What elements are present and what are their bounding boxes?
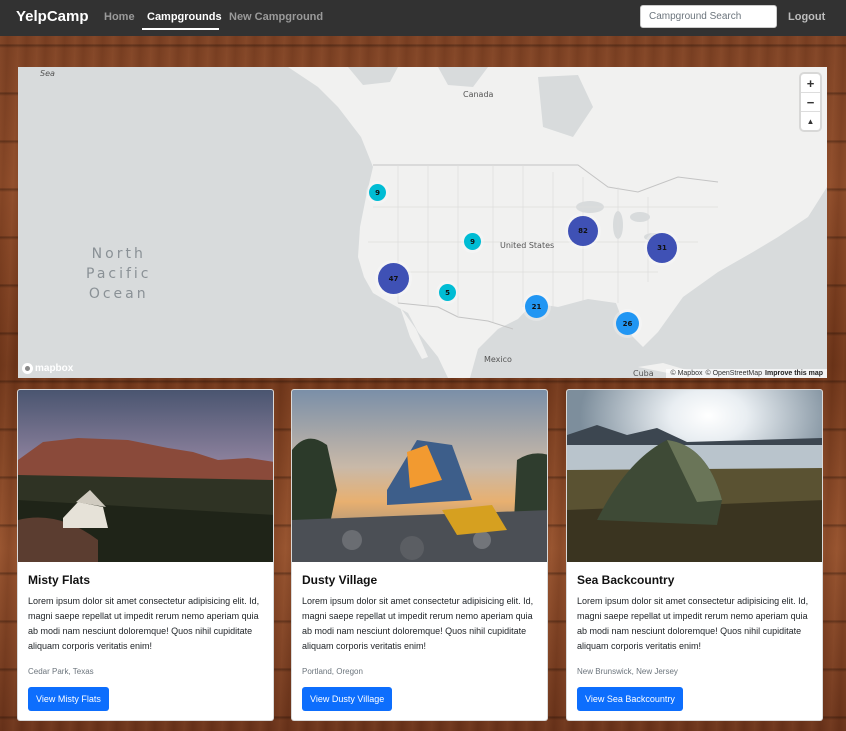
campground-title: Misty Flats	[28, 573, 91, 587]
campground-title: Sea Backcountry	[577, 573, 675, 587]
map-label-canada: Canada	[463, 90, 494, 99]
map-cluster-marker[interactable]: 5	[439, 284, 456, 301]
map-label-cuba: Cuba	[633, 369, 654, 378]
map-label-pacific-ocean: North Pacific Ocean	[86, 246, 152, 302]
campground-search-input[interactable]	[640, 5, 777, 28]
attribution-osm-link[interactable]: © OpenStreetMap	[706, 370, 763, 377]
campground-card: Misty Flats Lorem ipsum dolor sit amet c…	[17, 389, 274, 721]
navbar: YelpCamp Home Campgrounds New Campground…	[0, 0, 846, 36]
campground-image	[18, 390, 273, 562]
campground-image	[292, 390, 547, 562]
campground-location: Cedar Park, Texas	[28, 667, 94, 676]
campground-location: Portland, Oregon	[302, 667, 363, 676]
campground-card: Sea Backcountry Lorem ipsum dolor sit am…	[566, 389, 823, 721]
map-cluster-marker[interactable]: 82	[568, 216, 598, 246]
map-cluster-marker[interactable]: 21	[525, 295, 548, 318]
map-cluster-marker[interactable]: 9	[369, 184, 386, 201]
nav-campgrounds-link[interactable]: Campgrounds	[147, 11, 222, 23]
map-label-united-states: United States	[500, 241, 555, 250]
mapbox-logo[interactable]: mapbox	[22, 363, 73, 374]
map-cluster-marker[interactable]: 9	[464, 233, 481, 250]
campground-description: Lorem ipsum dolor sit amet consectetur a…	[302, 596, 534, 651]
active-nav-indicator	[142, 28, 219, 30]
attribution-mapbox-link[interactable]: © Mapbox	[670, 370, 702, 377]
brand-logo[interactable]: YelpCamp	[16, 8, 89, 25]
improve-map-link[interactable]: Improve this map	[765, 370, 823, 377]
map-cluster-marker[interactable]: 31	[647, 233, 677, 263]
campground-description: Lorem ipsum dolor sit amet consectetur a…	[28, 596, 260, 651]
campground-description: Lorem ipsum dolor sit amet consectetur a…	[577, 596, 809, 651]
view-campground-button[interactable]: View Misty Flats	[28, 687, 109, 711]
map-label-sea: Sea	[40, 69, 55, 78]
campground-cluster-map[interactable]: Sea Canada United States Mexico Cuba Nor…	[18, 67, 827, 378]
logout-link[interactable]: Logout	[788, 11, 825, 23]
zoom-in-button[interactable]: +	[801, 74, 820, 93]
compass-icon[interactable]: ▲	[801, 112, 820, 130]
campground-image	[567, 390, 822, 562]
campground-title: Dusty Village	[302, 573, 378, 587]
map-navigation-control: + − ▲	[801, 74, 820, 130]
map-attribution: © Mapbox © OpenStreetMap Improve this ma…	[666, 369, 827, 378]
map-cluster-marker[interactable]: 26	[616, 312, 639, 335]
campground-location: New Brunswick, New Jersey	[577, 667, 678, 676]
map-cluster-marker[interactable]: 47	[378, 263, 409, 294]
mapbox-logo-icon	[22, 363, 33, 374]
map-label-mexico: Mexico	[484, 355, 512, 364]
campground-card: Dusty Village Lorem ipsum dolor sit amet…	[291, 389, 548, 721]
zoom-out-button[interactable]: −	[801, 93, 820, 112]
map-basemap	[288, 67, 827, 378]
view-campground-button[interactable]: View Sea Backcountry	[577, 687, 683, 711]
nav-new-campground-link[interactable]: New Campground	[229, 11, 323, 23]
view-campground-button[interactable]: View Dusty Village	[302, 687, 393, 711]
nav-home-link[interactable]: Home	[104, 11, 135, 23]
